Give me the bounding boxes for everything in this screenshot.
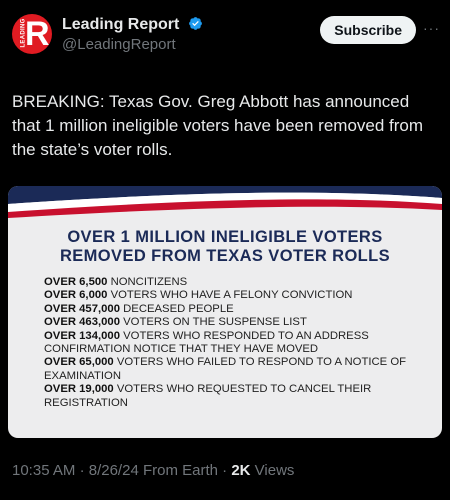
card-title-line-1: OVER 1 MILLION INELIGIBLE VOTERS (67, 228, 383, 246)
item-amount: OVER 457,000 (44, 302, 120, 315)
item-amount: OVER 134,000 (44, 329, 120, 342)
list-item: OVER 134,000 VOTERS WHO RESPONDED TO AN … (44, 330, 424, 357)
flag-stripes-graphic (8, 186, 442, 218)
list-item: OVER 6,000 VOTERS WHO HAVE A FELONY CONV… (44, 289, 424, 302)
tweet-date[interactable]: 8/26/24 (89, 462, 139, 479)
item-description: DECEASED PEOPLE (120, 302, 234, 315)
item-amount: OVER 463,000 (44, 316, 120, 329)
separator-dot: · (222, 462, 232, 479)
views-label: Views (254, 462, 295, 479)
card-title-line-2: REMOVED FROM TEXAS VOTER ROLLS (59, 247, 391, 265)
list-item: OVER 457,000 DECEASED PEOPLE (44, 303, 424, 316)
account-name[interactable]: Leading Report (62, 16, 179, 33)
avatar[interactable]: LEADING R (12, 14, 52, 54)
removal-stats-list: OVER 6,500 NONCITIZENS OVER 6,000 VOTERS… (44, 276, 424, 410)
item-amount: OVER 19,000 (44, 383, 114, 396)
views-count[interactable]: 2K (231, 462, 250, 479)
item-amount: OVER 6,000 (44, 289, 108, 302)
list-item: OVER 19,000 VOTERS WHO REQUESTED TO CANC… (44, 383, 424, 410)
item-amount: OVER 65,000 (44, 356, 114, 369)
list-item: OVER 463,000 VOTERS ON THE SUSPENSE LIST (44, 316, 424, 329)
account-handle[interactable]: @LeadingReport (62, 36, 176, 53)
item-amount: OVER 6,500 (44, 276, 108, 288)
verified-badge-icon (188, 17, 202, 30)
item-description: VOTERS WHO HAVE A FELONY CONVICTION (107, 289, 353, 302)
tweet-meta: 10:35 AM · 8/26/24 From Earth · 2K Views (12, 462, 294, 479)
tweet-source: From Earth (142, 462, 218, 479)
card-title: OVER 1 MILLION INELIGIBLE VOTERS REMOVED… (8, 228, 442, 266)
tweet-header: LEADING R Leading Report @LeadingReport … (12, 14, 440, 60)
subscribe-button[interactable]: Subscribe (320, 16, 416, 44)
item-description: NONCITIZENS (107, 276, 188, 288)
separator-dot: · (79, 462, 89, 479)
account-name-row[interactable]: Leading Report (62, 16, 203, 34)
attached-image-card[interactable]: OVER 1 MILLION INELIGIBLE VOTERS REMOVED… (8, 186, 442, 438)
tweet-text: BREAKING: Texas Gov. Greg Abbott has ann… (12, 92, 424, 159)
list-item: OVER 6,500 NONCITIZENS (44, 276, 424, 289)
item-description: VOTERS ON THE SUSPENSE LIST (120, 316, 307, 329)
tweet-time[interactable]: 10:35 AM (12, 462, 75, 479)
more-options-icon[interactable]: ··· (423, 20, 440, 36)
list-item: OVER 65,000 VOTERS WHO FAILED TO RESPOND… (44, 356, 424, 383)
avatar-letter: R (25, 15, 50, 53)
